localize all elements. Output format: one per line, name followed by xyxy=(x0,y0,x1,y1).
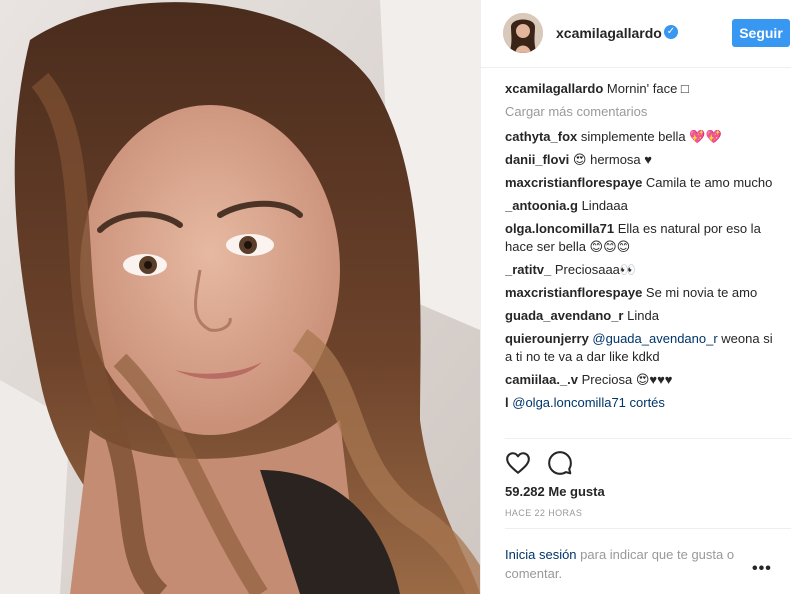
comment-item: danii_flovi 😍 hermosa ♥ xyxy=(505,151,775,169)
comment-text: Lindaaa xyxy=(581,198,628,213)
comment-text: Preciosa 😍♥♥♥ xyxy=(581,372,673,387)
comment-item: _ratitv_ Preciosaaa👀 xyxy=(505,261,775,279)
comment-text: simplemente bella 💖💖 xyxy=(580,129,722,144)
comment-item: l @olga.loncomilla71 cortés xyxy=(505,394,775,412)
comment-text: @olga.loncomilla71 cortés xyxy=(512,395,665,410)
login-prompt: Inicia sesión para indicar que te gusta … xyxy=(505,545,765,583)
comment-username[interactable]: guada_avendano_r xyxy=(505,308,624,323)
follow-button[interactable]: Seguir xyxy=(732,19,790,47)
instagram-post: xcamilagallardo ✓ Seguir xcamilagallardo… xyxy=(0,0,791,594)
comments-list[interactable]: xcamilagallardo Mornin' face □ Cargar má… xyxy=(505,80,775,436)
login-link[interactable]: Inicia sesión xyxy=(505,547,577,562)
comment-text: Linda xyxy=(627,308,659,323)
comment-item: guada_avendano_r Linda xyxy=(505,307,775,325)
verified-badge-icon: ✓ xyxy=(664,25,678,39)
post-header: xcamilagallardo ✓ Seguir xyxy=(481,0,791,68)
load-more-comments-link[interactable]: Cargar más comentarios xyxy=(505,103,775,121)
caption-text: Mornin' face □ xyxy=(606,81,689,96)
post-photo[interactable] xyxy=(0,0,480,594)
comment-item: cathyta_fox simplemente bella 💖💖 xyxy=(505,128,775,146)
comment-mention-link[interactable]: @guada_avendano_r xyxy=(592,331,717,346)
comment-text: Preciosaaa👀 xyxy=(554,262,637,277)
post-side-panel: xcamilagallardo ✓ Seguir xcamilagallardo… xyxy=(480,0,791,594)
heart-icon[interactable] xyxy=(505,450,531,476)
comment-bubble-icon[interactable] xyxy=(547,450,573,476)
avatar-image xyxy=(503,13,543,53)
comment-item: quierounjerry @guada_avendano_r weona si… xyxy=(505,330,775,366)
comment-username[interactable]: maxcristianflorespaye xyxy=(505,175,642,190)
comment-username[interactable]: _antoonia.g xyxy=(505,198,578,213)
comment-item: maxcristianflorespaye Se mi novia te amo xyxy=(505,284,775,302)
comment-username[interactable]: cathyta_fox xyxy=(505,129,577,144)
likes-count[interactable]: 59.282 Me gusta xyxy=(505,484,605,499)
header-username[interactable]: xcamilagallardo xyxy=(556,25,662,41)
comment-username[interactable]: quierounjerry xyxy=(505,331,589,346)
comment-text: Se mi novia te amo xyxy=(645,285,758,300)
comment-text: Camila te amo mucho xyxy=(645,175,773,190)
caption: xcamilagallardo Mornin' face □ xyxy=(505,80,775,98)
more-options-icon[interactable]: ••• xyxy=(752,560,772,578)
divider xyxy=(505,438,791,439)
comment-username[interactable]: danii_flovi xyxy=(505,152,569,167)
comment-username[interactable]: camiilaa._.v xyxy=(505,372,578,387)
comment-username[interactable]: maxcristianflorespaye xyxy=(505,285,642,300)
comment-item: olga.loncomilla71 Ella es natural por es… xyxy=(505,220,775,256)
comment-item: maxcristianflorespaye Camila te amo much… xyxy=(505,174,775,192)
selfie-image xyxy=(0,0,480,594)
post-timestamp[interactable]: HACE 22 HORAS xyxy=(505,508,582,518)
comment-username[interactable]: olga.loncomilla71 xyxy=(505,221,614,236)
avatar[interactable] xyxy=(503,13,543,53)
comment-item: _antoonia.g Lindaaa xyxy=(505,197,775,215)
comment-text: 😍 hermosa ♥ xyxy=(572,152,652,167)
comment-username[interactable]: l xyxy=(505,395,509,410)
comment-item: camiilaa._.v Preciosa 😍♥♥♥ xyxy=(505,371,775,389)
caption-username[interactable]: xcamilagallardo xyxy=(505,81,603,96)
comment-username[interactable]: _ratitv_ xyxy=(505,262,551,277)
action-bar xyxy=(505,450,573,476)
divider xyxy=(505,528,791,529)
